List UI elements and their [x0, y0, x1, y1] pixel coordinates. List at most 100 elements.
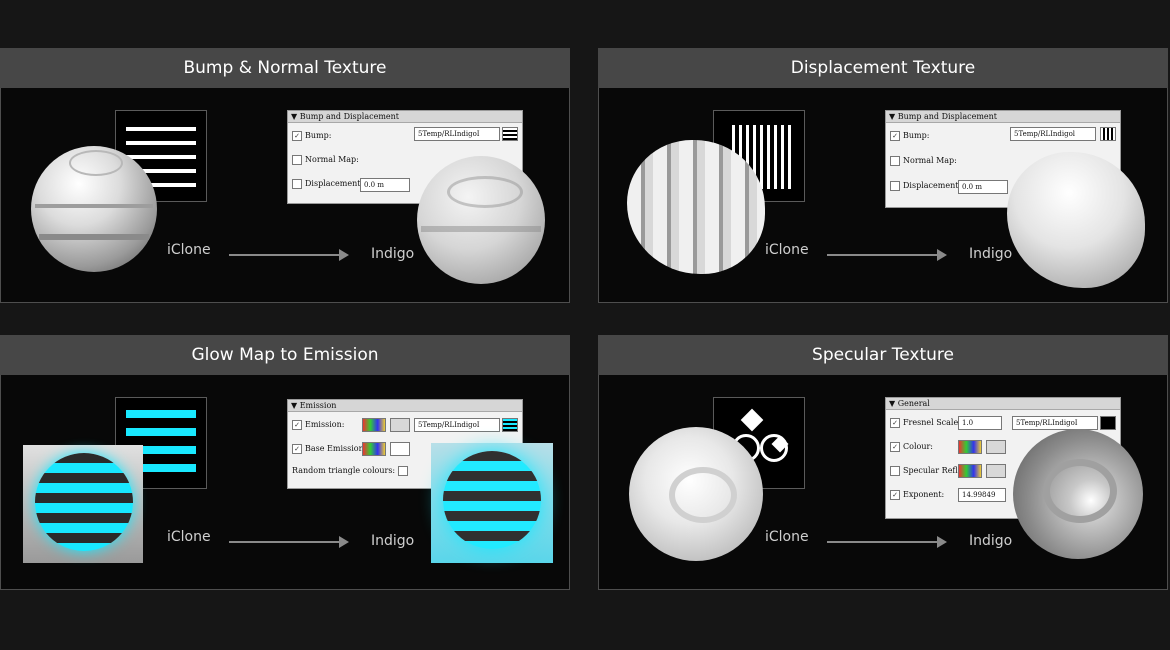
displacement-texture-path-select[interactable]: 5Temp/RLIndigol: [1010, 127, 1096, 141]
indigo-bump-sphere: [417, 156, 545, 284]
emission-color-picker[interactable]: [362, 418, 386, 432]
target-label-indigo: Indigo: [371, 533, 415, 549]
displacement-value-text: 0.0 m: [962, 183, 982, 191]
base-emission-color-swatch[interactable]: [390, 442, 410, 456]
specular-refl-picker[interactable]: [958, 464, 982, 478]
row-bump[interactable]: ✓ Bump:: [890, 129, 929, 143]
iclone-displacement-sphere: [627, 140, 765, 274]
dialog-header: ▼ General: [886, 398, 1120, 410]
normal-map-label: Normal Map:: [305, 155, 359, 164]
displacement-checkbox[interactable]: [292, 179, 302, 189]
emission-texture-path-select[interactable]: 5Temp/RLIndigoI: [414, 418, 500, 432]
texture-path-text: 5Temp/RLIndigoI: [418, 421, 480, 429]
row-displacement[interactable]: Displacement:: [292, 177, 363, 191]
source-label-iclone: iClone: [765, 242, 809, 258]
normal-map-label: Normal Map:: [903, 156, 957, 165]
specular-refl-swatch[interactable]: [986, 464, 1006, 478]
base-emission-label: Base Emission:: [305, 444, 367, 453]
row-specular-refl[interactable]: Specular Refl.:: [890, 464, 963, 478]
indigo-displacement-sphere: [1007, 152, 1145, 288]
texture-path-text: 5Temp/RLIndigol: [1014, 130, 1076, 138]
emission-label: Emission:: [305, 420, 345, 429]
conversion-arrow: [229, 536, 349, 548]
colour-label: Colour:: [903, 442, 933, 451]
displacement-texture-preview[interactable]: [1100, 127, 1116, 141]
exponent-input[interactable]: 14.99849: [958, 488, 1006, 502]
texture-path-text: 5Temp/RLIndigoI: [1016, 419, 1078, 427]
displacement-value-input[interactable]: 0.0 m: [360, 178, 410, 192]
dialog-header: ▼ Emission: [288, 400, 522, 412]
displacement-value-text: 0.0 m: [364, 181, 384, 189]
row-exponent[interactable]: ✓ Exponent:: [890, 488, 944, 502]
bump-label: Bump:: [305, 131, 332, 140]
base-emission-checkbox[interactable]: ✓: [292, 444, 302, 454]
iclone-glow-sphere: [35, 453, 133, 551]
specular-refl-label: Specular Refl.:: [903, 466, 963, 475]
colour-checkbox[interactable]: ✓: [890, 442, 900, 452]
bump-checkbox[interactable]: ✓: [890, 131, 900, 141]
row-random-triangle-colours[interactable]: Random triangle colours:: [292, 464, 411, 478]
panel-title: Glow Map to Emission: [0, 335, 570, 375]
panel-body: iClone Indigo ▼ Emission ✓ Emission: ✓ Bas…: [0, 375, 570, 590]
normal-map-checkbox[interactable]: [890, 156, 900, 166]
panel-bump-normal: Bump & Normal Texture iClone Indigo ▼ Bu…: [0, 48, 570, 304]
dialog-header: ▼ Bump and Displacement: [886, 111, 1120, 123]
panel-title: Specular Texture: [598, 335, 1168, 375]
dialog-header-label: Bump and Displacement: [299, 112, 399, 121]
fresnel-checkbox[interactable]: ✓: [890, 418, 900, 428]
row-colour[interactable]: ✓ Colour:: [890, 440, 933, 454]
bump-label: Bump:: [903, 131, 930, 140]
random-triangle-label: Random triangle colours:: [292, 466, 396, 475]
row-bump[interactable]: ✓ Bump:: [292, 129, 331, 143]
panel-displacement: Displacement Texture iClone Indigo ▼ Bum…: [598, 48, 1168, 304]
displacement-checkbox[interactable]: [890, 181, 900, 191]
bump-texture-path-select[interactable]: 5Temp/RLIndigoI: [414, 127, 500, 141]
base-emission-color-picker[interactable]: [362, 442, 386, 456]
iclone-specular-sphere: [629, 427, 763, 561]
fresnel-scale-input[interactable]: 1.0: [958, 416, 1002, 430]
iclone-glow-render: [23, 445, 143, 563]
dialog-header-label: Emission: [299, 401, 337, 410]
indigo-glow-sphere: [443, 451, 541, 549]
emission-color-swatch[interactable]: [390, 418, 410, 432]
texture-path-text: 5Temp/RLIndigoI: [418, 130, 480, 138]
specular-refl-checkbox[interactable]: [890, 466, 900, 476]
dialog-header-label: Bump and Displacement: [897, 112, 997, 121]
panel-title: Bump & Normal Texture: [0, 48, 570, 88]
row-normal-map[interactable]: Normal Map:: [292, 153, 359, 167]
row-base-emission[interactable]: ✓ Base Emission:: [292, 442, 366, 456]
bump-texture-preview[interactable]: [502, 127, 518, 141]
specular-texture-preview[interactable]: [1100, 416, 1116, 430]
conversion-arrow: [827, 249, 947, 261]
conversion-arrow: [827, 536, 947, 548]
normal-map-checkbox[interactable]: [292, 155, 302, 165]
specular-texture-path-select[interactable]: 5Temp/RLIndigoI: [1012, 416, 1098, 430]
row-normal-map[interactable]: Normal Map:: [890, 154, 957, 168]
bump-checkbox[interactable]: ✓: [292, 131, 302, 141]
displacement-value-input[interactable]: 0.0 m: [958, 180, 1008, 194]
dialog-header: ▼ Bump and Displacement: [288, 111, 522, 123]
panel-body: iClone Indigo ▼ Bump and Displacement ✓ B…: [0, 88, 570, 303]
source-label-iclone: iClone: [765, 529, 809, 545]
random-triangle-checkbox[interactable]: [397, 466, 408, 476]
row-fresnel-scale[interactable]: ✓ Fresnel Scale:: [890, 416, 961, 430]
target-label-indigo: Indigo: [969, 246, 1013, 262]
source-label-iclone: iClone: [167, 242, 211, 258]
indigo-specular-sphere: [1013, 429, 1143, 559]
indigo-glow-render: [431, 443, 553, 563]
fresnel-value-text: 1.0: [962, 419, 974, 427]
panel-glow-emission: Glow Map to Emission iClone Indigo ▼ Emi…: [0, 335, 570, 591]
dialog-header-label: General: [897, 399, 930, 408]
exponent-label: Exponent:: [903, 490, 945, 499]
panel-title: Displacement Texture: [598, 48, 1168, 88]
colour-swatch[interactable]: [986, 440, 1006, 454]
exponent-value-text: 14.99849: [962, 491, 996, 499]
exponent-checkbox[interactable]: ✓: [890, 490, 900, 500]
panel-specular: Specular Texture iClone Indigo ▼ General…: [598, 335, 1168, 591]
emission-checkbox[interactable]: ✓: [292, 420, 302, 430]
row-displacement[interactable]: Displacement:: [890, 179, 961, 193]
target-label-indigo: Indigo: [371, 246, 415, 262]
emission-texture-preview[interactable]: [502, 418, 518, 432]
colour-picker[interactable]: [958, 440, 982, 454]
row-emission[interactable]: ✓ Emission:: [292, 418, 344, 432]
